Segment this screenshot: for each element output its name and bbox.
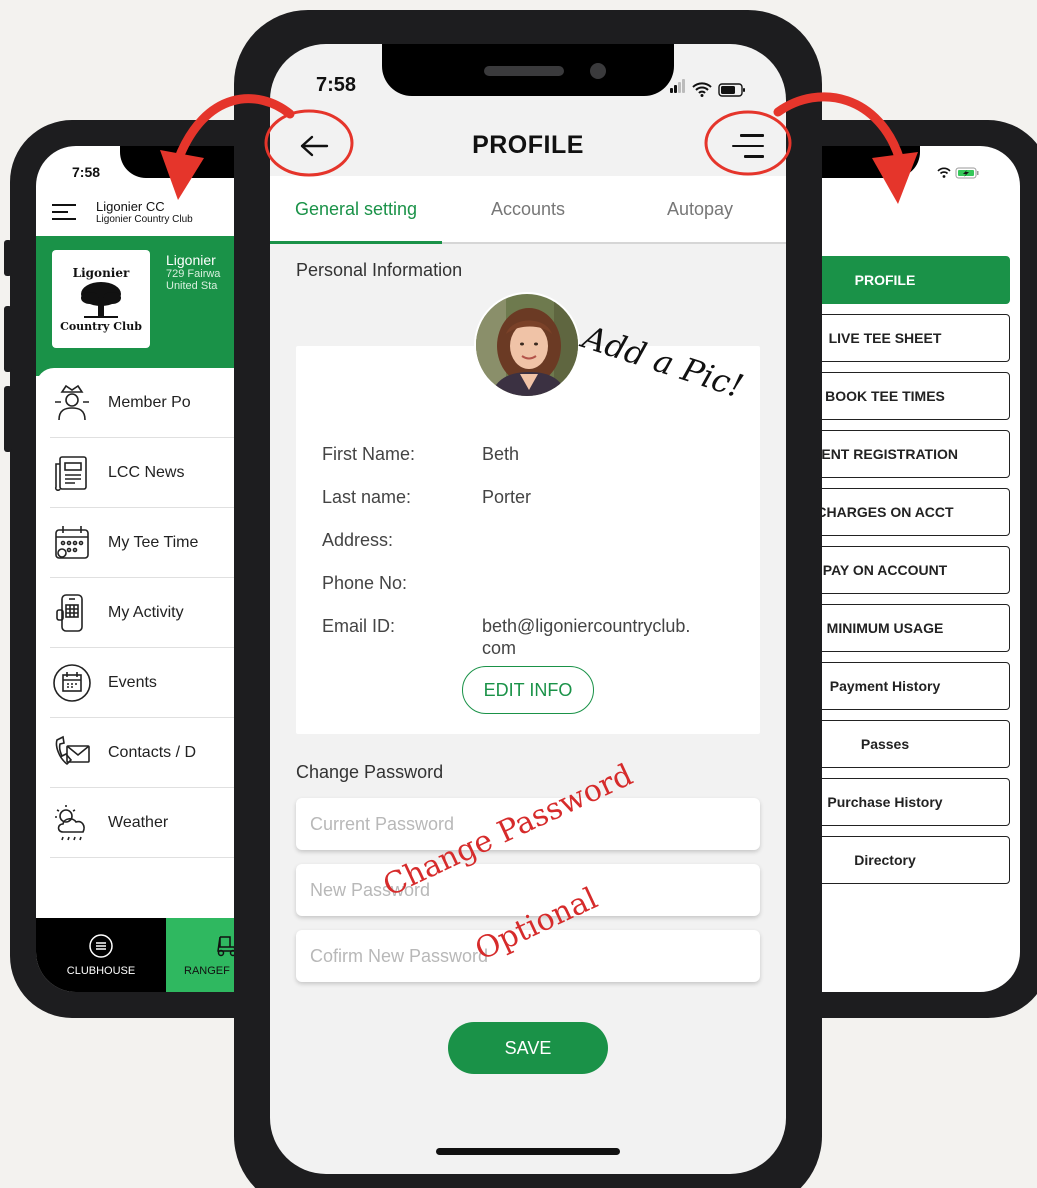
battery-icon [718,83,745,97]
logo-line2: Country Club [60,319,142,333]
field-address: Address: [322,530,742,551]
personal-info-heading: Personal Information [296,260,463,280]
save-button[interactable]: SAVE [448,1022,608,1074]
mute-switch [4,240,12,276]
menu-line-icon [744,155,764,158]
tab-accounts[interactable]: Accounts [442,176,614,242]
field-first-name: First Name: Beth [322,444,742,466]
field-label: Address: [322,530,394,550]
back-button[interactable] [294,126,334,166]
events-calendar-icon [50,661,94,705]
logo-line1: Ligonier [72,265,130,280]
phone-activity-icon [50,591,94,635]
field-value: Beth [482,444,520,464]
field-label: Last name: [322,487,412,507]
field-label: First Name: [322,444,416,464]
club-address-line2: United Sta [166,280,218,292]
dynamic-notch [382,44,674,96]
hamburger-menu-icon[interactable] [52,199,76,225]
menu-button[interactable] [724,126,764,166]
status-icons [670,78,746,97]
profile-nav-bar: PROFILE [270,116,786,174]
menu-item-label: Weather [108,813,169,831]
field-value: beth@ligoniercountryclub. com [482,616,691,658]
front-camera [590,63,606,79]
menu-item-label: Contacts / D [108,743,197,761]
tab-autopay[interactable]: Autopay [614,176,786,242]
field-last-name: Last name: Porter [322,487,742,509]
field-label: Email ID: [322,616,396,636]
brand-title: Ligonier CC [96,199,165,214]
menu-item-label: My Tee Time [108,533,199,551]
brand-subtitle: Ligonier Country Club [96,214,193,225]
brand-block: Ligonier CC Ligonier Country Club [96,199,193,225]
home-indicator [436,1148,620,1155]
club-logo: Ligonier Country Club [52,250,150,348]
tab-ranger-label: RANGEF [184,965,230,977]
arrow-left-icon [300,135,329,157]
volume-up-button [4,306,12,372]
profile-screen: 7:58 PROFILE General setting Accounts Au… [270,44,786,1174]
newspaper-icon [50,451,94,495]
club-name: Ligonier [166,252,216,268]
signal-icon [670,78,686,97]
tab-clubhouse-label: CLUBHOUSE [66,965,136,977]
club-address-line1: 729 Fairwa [166,268,221,280]
field-value: Porter [482,487,532,507]
field-phone: Phone No: [322,573,742,594]
volume-down-button [4,386,12,452]
menu-line-icon [732,144,764,148]
change-password-heading: Change Password [296,762,444,782]
speaker-grille [484,66,564,76]
oak-tree-icon [81,281,121,318]
contacts-icon [50,731,94,775]
field-label: Phone No: [322,573,408,593]
calendar-icon [50,521,94,565]
page-title: PROFILE [472,130,584,159]
menu-line-icon [740,134,764,137]
wifi-battery-icon [937,167,979,179]
clubhouse-menu-icon [89,934,113,958]
menu-item-label: My Activity [108,603,184,621]
status-time: 7:58 [316,74,357,96]
field-email: Email ID: beth@ligoniercountryclub. com [322,616,742,659]
tab-clubhouse[interactable]: CLUBHOUSE [36,918,166,992]
profile-photo [476,294,578,396]
menu-item-label: Member Po [108,393,191,411]
wifi-icon [692,82,712,97]
status-time: 7:58 [72,164,101,180]
status-icons [936,166,980,183]
field-value [482,573,742,594]
club-info: Ligonier 729 Fairwa United Sta [166,252,220,292]
member-portal-icon [50,381,94,425]
edit-info-button[interactable]: EDIT INFO [462,666,594,714]
menu-item-label: LCC News [108,463,185,481]
tab-general-setting[interactable]: General setting [270,176,442,244]
weather-icon [50,801,94,845]
profile-avatar[interactable] [474,292,580,398]
center-phone: 7:58 PROFILE General setting Accounts Au… [234,10,822,1188]
profile-tabs: General setting Accounts Autopay [270,176,786,244]
field-value [482,530,742,551]
menu-item-label: Events [108,673,157,691]
